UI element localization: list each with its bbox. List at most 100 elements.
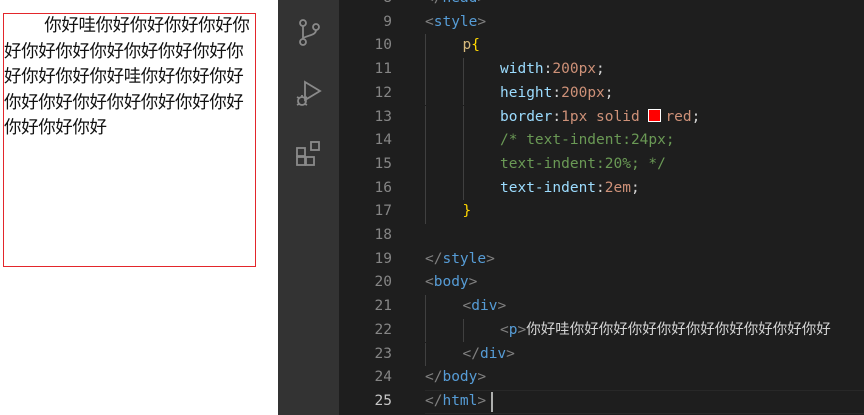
code-line[interactable]: 16 text-indent:2em; <box>339 176 864 201</box>
line-number: 19 <box>374 250 392 267</box>
line-number: 10 <box>374 37 392 54</box>
code-token: style <box>442 250 487 267</box>
line-number: 20 <box>374 274 392 291</box>
code-text: text-indent:2em; <box>500 177 640 201</box>
code-line[interactable]: 8 </head> <box>339 0 864 11</box>
code-line[interactable]: 21 <div> <box>339 295 864 319</box>
line-number: 13 <box>374 108 392 125</box>
indent-guide <box>425 105 426 130</box>
indent-guide <box>462 152 464 177</box>
indent-guide <box>425 295 426 319</box>
code-token: /* text-indent:24px; <box>500 132 675 149</box>
indent-guide <box>425 129 426 153</box>
code-token: : <box>552 84 562 101</box>
indent-guide <box>462 105 464 130</box>
line-number: 21 <box>374 298 392 315</box>
code-line[interactable]: 9 <style> <box>339 11 864 35</box>
source-control-icon[interactable] <box>294 17 324 47</box>
code-token: > <box>477 369 487 386</box>
code-token: </ <box>462 345 480 362</box>
code-editor[interactable]: 8</head>9<style>10p{11width:200px;12heig… <box>339 0 864 415</box>
code-token: > <box>497 298 507 315</box>
code-token: > <box>506 345 515 362</box>
code-token: > <box>477 13 487 30</box>
code-line[interactable]: 12 height:200px; <box>339 81 864 106</box>
line-number: 23 <box>374 345 392 362</box>
browser-preview: 你好哇你好你好你好你好你好你好你好你好你好你好你好你好你好你好你好哇你好你好你好… <box>0 0 278 415</box>
line-number: 18 <box>374 227 392 243</box>
indent-guide <box>425 200 426 224</box>
code-text: } <box>463 200 472 224</box>
code-token: 1px solid <box>561 108 649 125</box>
code-token: red <box>665 108 692 125</box>
code-token: < <box>462 298 472 315</box>
code-text: text-indent:20%; */ <box>500 153 666 177</box>
extensions-icon[interactable] <box>294 139 324 169</box>
code-line[interactable]: 17} <box>339 200 864 224</box>
code-text: height:200px; <box>500 82 614 106</box>
code-text: p{ <box>463 34 480 58</box>
indent-guide <box>462 318 464 343</box>
code-line[interactable]: 11 width:200px; <box>339 58 864 82</box>
code-token: : <box>552 108 562 125</box>
indent-guide <box>425 34 426 59</box>
code-token: ; <box>604 84 614 101</box>
code-token: text-indent:20%; */ <box>500 155 666 172</box>
code-token: { <box>471 37 480 54</box>
line-number: 11 <box>374 61 392 78</box>
code-line[interactable]: 23 </div> <box>339 342 864 367</box>
code-token: : <box>596 179 605 196</box>
code-token: 你好哇你好你好你好你好你好你好你好你好你好 <box>526 321 831 338</box>
code-token: width <box>500 61 544 78</box>
code-token: div <box>479 345 507 362</box>
color-swatch-icon[interactable] <box>648 108 662 122</box>
code-token: border <box>500 108 553 125</box>
code-token: < <box>425 13 434 30</box>
code-line[interactable]: 13 border:1px solid red; <box>339 105 864 130</box>
code-token: </ <box>425 0 442 6</box>
code-token: > <box>468 274 478 291</box>
code-line[interactable]: 15 text-indent:20%; */ <box>339 152 864 177</box>
code-token: </ <box>425 369 443 386</box>
line-number: 14 <box>374 132 392 149</box>
code-text: </style> <box>425 248 495 272</box>
indent-guide <box>425 152 426 177</box>
demo-paragraph-box: 你好哇你好你好你好你好你好你好你好你好你好你好你好你好你好你好你好哇你好你好你好… <box>3 13 256 267</box>
code-line[interactable]: 24 </body> <box>339 366 864 390</box>
code-token: > <box>477 0 486 6</box>
code-line[interactable]: 25 </html> <box>339 389 864 414</box>
code-token: head <box>442 0 477 6</box>
indent-guide <box>462 129 464 153</box>
code-token: body <box>442 369 478 386</box>
code-token: } <box>462 203 472 220</box>
code-text: </html> <box>425 390 486 414</box>
run-debug-icon[interactable] <box>294 78 324 108</box>
code-line[interactable]: 18 <box>339 224 864 248</box>
code-line[interactable]: 20 <body> <box>339 271 864 295</box>
code-line[interactable]: 14 /* text-indent:24px; <box>339 129 864 153</box>
code-token: 200px <box>561 84 605 101</box>
code-text: border:1px solid red; <box>500 106 700 130</box>
indent-guide <box>462 81 464 106</box>
code-token: > <box>517 321 527 338</box>
indent-guide <box>425 81 426 106</box>
code-line[interactable]: 10 p{ <box>339 34 864 59</box>
line-number: 25 <box>374 392 392 409</box>
line-number: 15 <box>374 155 392 172</box>
code-token: > <box>486 250 495 267</box>
code-token: ; <box>691 108 701 125</box>
code-token: < <box>500 321 509 338</box>
code-token: style <box>433 13 478 30</box>
code-line[interactable]: 19 </style> <box>339 248 864 272</box>
code-token: ; <box>596 61 605 78</box>
line-number: 24 <box>374 369 392 386</box>
code-text: <style> <box>425 11 486 35</box>
code-token: </ <box>425 250 443 267</box>
line-number: 12 <box>374 84 392 101</box>
code-text: <body> <box>425 271 477 295</box>
code-text: <p>你好哇你好你好你好你好你好你好你好你好你好 <box>500 319 831 343</box>
code-line[interactable]: 22 <p>你好哇你好你好你好你好你好你好你好你好你好 <box>339 318 864 343</box>
indent-guide <box>425 176 426 201</box>
code-text: <div> <box>463 295 507 319</box>
code-text: </head> <box>425 0 486 11</box>
